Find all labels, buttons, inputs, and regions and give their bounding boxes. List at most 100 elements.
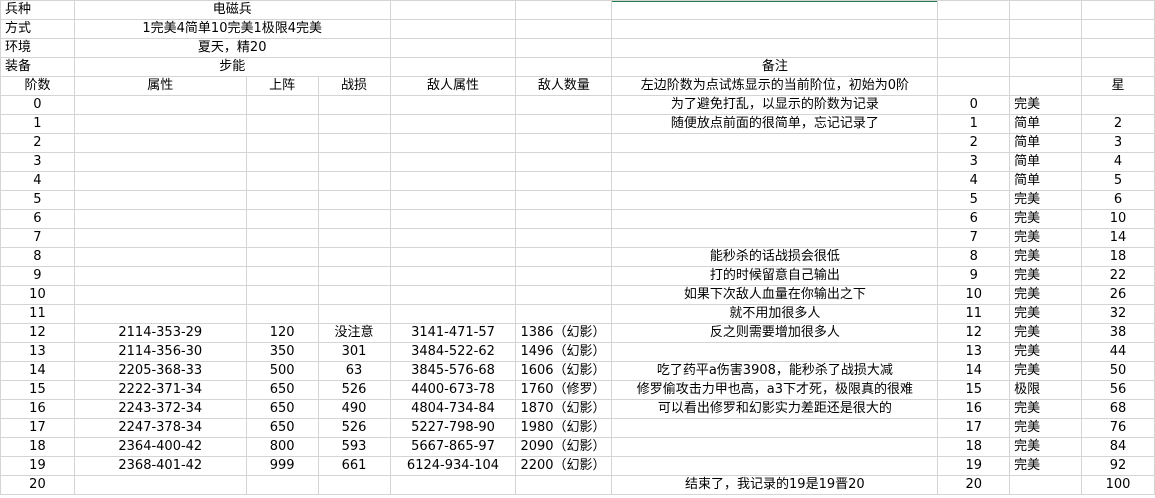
deploy-cell[interactable]: 120 bbox=[245, 323, 319, 343]
grade-cell[interactable]: 简单 bbox=[1009, 133, 1083, 153]
env-value-cell[interactable]: 夏天，精20 bbox=[73, 38, 391, 58]
cell[interactable] bbox=[1081, 38, 1155, 58]
enemy-attr-cell[interactable]: 5667-865-97 bbox=[389, 437, 517, 457]
grade-cell[interactable]: 完美 bbox=[1009, 304, 1083, 324]
disp-tier-cell[interactable]: 12 bbox=[937, 323, 1011, 343]
note-cell[interactable]: 就不用加很多人 bbox=[611, 304, 939, 324]
attr-cell[interactable]: 2114-356-30 bbox=[73, 342, 247, 362]
enemy-count-cell[interactable] bbox=[515, 171, 613, 191]
grade-cell[interactable]: 完美 bbox=[1009, 456, 1083, 476]
enemy-attr-cell[interactable] bbox=[389, 304, 517, 324]
col-header-tier[interactable]: 阶数 bbox=[0, 76, 75, 96]
cell[interactable] bbox=[389, 19, 517, 39]
tier-cell[interactable]: 11 bbox=[0, 304, 75, 324]
deploy-cell[interactable] bbox=[245, 114, 319, 134]
cell[interactable] bbox=[937, 38, 1011, 58]
enemy-attr-cell[interactable]: 4804-734-84 bbox=[389, 399, 517, 419]
loss-cell[interactable] bbox=[317, 304, 391, 324]
cell[interactable] bbox=[515, 57, 613, 77]
attr-cell[interactable] bbox=[73, 247, 247, 267]
enemy-attr-cell[interactable] bbox=[389, 95, 517, 115]
disp-tier-cell[interactable]: 6 bbox=[937, 209, 1011, 229]
tier-cell[interactable]: 9 bbox=[0, 266, 75, 286]
deploy-cell[interactable] bbox=[245, 228, 319, 248]
grade-cell[interactable]: 简单 bbox=[1009, 152, 1083, 172]
grade-cell[interactable]: 完美 bbox=[1009, 285, 1083, 305]
enemy-attr-cell[interactable] bbox=[389, 152, 517, 172]
deploy-cell[interactable] bbox=[245, 171, 319, 191]
deploy-cell[interactable] bbox=[245, 95, 319, 115]
enemy-count-cell[interactable]: 1760（修罗） bbox=[515, 380, 613, 400]
col-header-note[interactable]: 左边阶数为点试炼显示的当前阶位，初始为0阶 bbox=[611, 76, 939, 96]
tier-cell[interactable]: 12 bbox=[0, 323, 75, 343]
cell[interactable] bbox=[1009, 19, 1083, 39]
stars-cell[interactable] bbox=[1081, 95, 1155, 115]
cell[interactable] bbox=[389, 57, 517, 77]
stars-cell[interactable]: 22 bbox=[1081, 266, 1155, 286]
cell[interactable] bbox=[515, 19, 613, 39]
cell[interactable] bbox=[389, 0, 517, 20]
disp-tier-cell[interactable]: 18 bbox=[937, 437, 1011, 457]
disp-tier-cell[interactable]: 15 bbox=[937, 380, 1011, 400]
cell[interactable] bbox=[1081, 57, 1155, 77]
disp-tier-cell[interactable]: 13 bbox=[937, 342, 1011, 362]
cell[interactable] bbox=[389, 38, 517, 58]
equip-value-cell[interactable]: 步能 bbox=[73, 57, 391, 77]
cell[interactable] bbox=[611, 38, 939, 58]
cell[interactable] bbox=[515, 38, 613, 58]
cell[interactable] bbox=[937, 19, 1011, 39]
cell[interactable] bbox=[1009, 57, 1083, 77]
enemy-count-cell[interactable] bbox=[515, 152, 613, 172]
attr-cell[interactable] bbox=[73, 171, 247, 191]
note-cell[interactable]: 吃了药平a伤害3908，能秒杀了战损大减 bbox=[611, 361, 939, 381]
tier-cell[interactable]: 14 bbox=[0, 361, 75, 381]
stars-cell[interactable]: 56 bbox=[1081, 380, 1155, 400]
attr-cell[interactable]: 2205-368-33 bbox=[73, 361, 247, 381]
loss-cell[interactable]: 490 bbox=[317, 399, 391, 419]
enemy-attr-cell[interactable] bbox=[389, 133, 517, 153]
tier-cell[interactable]: 8 bbox=[0, 247, 75, 267]
enemy-count-cell[interactable]: 1496（幻影） bbox=[515, 342, 613, 362]
enemy-count-cell[interactable] bbox=[515, 266, 613, 286]
note-cell[interactable]: 打的时候留意自己输出 bbox=[611, 266, 939, 286]
stars-cell[interactable]: 3 bbox=[1081, 133, 1155, 153]
disp-tier-cell[interactable]: 14 bbox=[937, 361, 1011, 381]
enemy-count-cell[interactable] bbox=[515, 95, 613, 115]
tier-cell[interactable]: 4 bbox=[0, 171, 75, 191]
cell[interactable] bbox=[937, 0, 1011, 20]
unit-value-cell[interactable]: 电磁兵 bbox=[73, 0, 391, 20]
stars-cell[interactable]: 44 bbox=[1081, 342, 1155, 362]
deploy-cell[interactable] bbox=[245, 475, 319, 495]
loss-cell[interactable] bbox=[317, 209, 391, 229]
enemy-count-cell[interactable] bbox=[515, 114, 613, 134]
attr-cell[interactable]: 2368-401-42 bbox=[73, 456, 247, 476]
disp-tier-cell[interactable]: 20 bbox=[937, 475, 1011, 495]
note-cell[interactable]: 能秒杀的话战损会很低 bbox=[611, 247, 939, 267]
col-header-deploy[interactable]: 上阵 bbox=[245, 76, 319, 96]
tier-cell[interactable]: 6 bbox=[0, 209, 75, 229]
loss-cell[interactable] bbox=[317, 475, 391, 495]
col-header-disp-tier[interactable] bbox=[937, 76, 1011, 96]
col-header-attr[interactable]: 属性 bbox=[73, 76, 247, 96]
disp-tier-cell[interactable]: 17 bbox=[937, 418, 1011, 438]
note-cell[interactable]: 如果下次敌人血量在你输出之下 bbox=[611, 285, 939, 305]
col-header-enemy-attr[interactable]: 敌人属性 bbox=[389, 76, 517, 96]
enemy-count-cell[interactable] bbox=[515, 133, 613, 153]
loss-cell[interactable] bbox=[317, 95, 391, 115]
cell[interactable] bbox=[611, 0, 939, 20]
loss-cell[interactable] bbox=[317, 133, 391, 153]
grade-cell[interactable]: 完美 bbox=[1009, 95, 1083, 115]
enemy-count-cell[interactable]: 2200（幻影） bbox=[515, 456, 613, 476]
grade-cell[interactable]: 完美 bbox=[1009, 399, 1083, 419]
disp-tier-cell[interactable]: 4 bbox=[937, 171, 1011, 191]
tier-cell[interactable]: 20 bbox=[0, 475, 75, 495]
disp-tier-cell[interactable]: 9 bbox=[937, 266, 1011, 286]
enemy-attr-cell[interactable] bbox=[389, 247, 517, 267]
note-cell[interactable]: 随便放点前面的很简单，忘记记录了 bbox=[611, 114, 939, 134]
stars-cell[interactable]: 38 bbox=[1081, 323, 1155, 343]
col-header-stars[interactable]: 星 bbox=[1081, 76, 1155, 96]
tier-cell[interactable]: 7 bbox=[0, 228, 75, 248]
note-cell[interactable] bbox=[611, 133, 939, 153]
stars-cell[interactable]: 68 bbox=[1081, 399, 1155, 419]
stars-cell[interactable]: 26 bbox=[1081, 285, 1155, 305]
